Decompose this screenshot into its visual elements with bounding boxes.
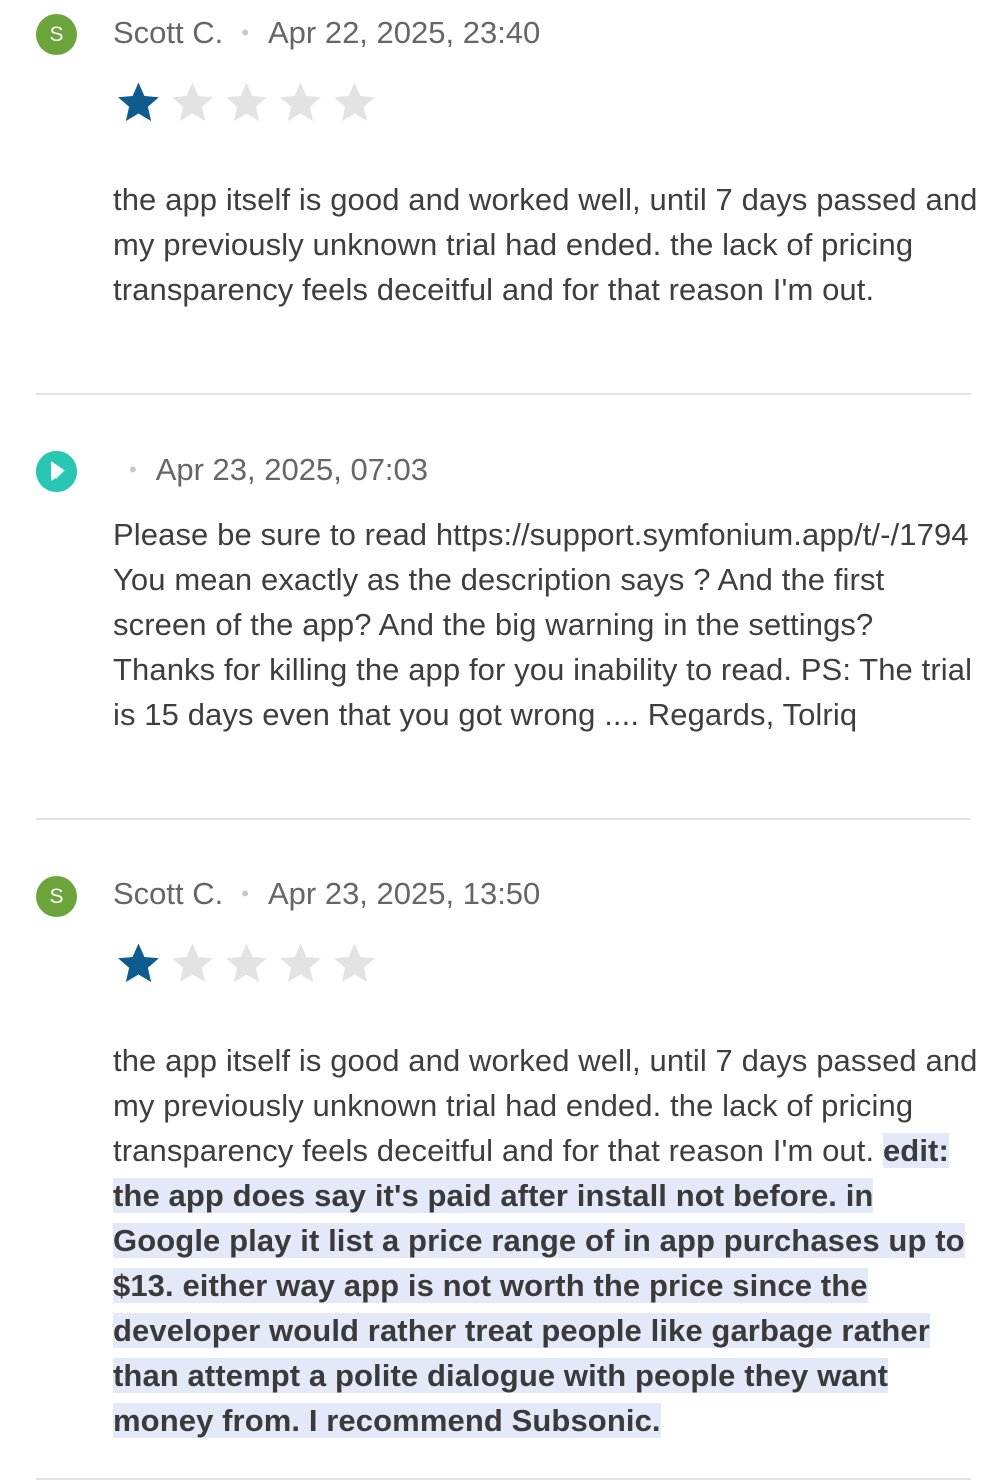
reply-date: Apr 23, 2025, 07:03 bbox=[155, 452, 429, 487]
divider bbox=[36, 818, 971, 820]
star-empty-icon bbox=[280, 82, 321, 122]
star-empty-icon bbox=[334, 82, 375, 122]
user-avatar[interactable]: S bbox=[36, 14, 77, 55]
review-text: the app itself is good and worked well, … bbox=[113, 177, 983, 312]
divider bbox=[36, 393, 971, 395]
star-empty-icon bbox=[172, 943, 213, 983]
review-meta: Scott C. • Apr 23, 2025, 13:50 bbox=[113, 876, 540, 912]
review-text-content: the app itself is good and worked well, … bbox=[113, 1043, 978, 1168]
separator-dot: • bbox=[241, 20, 249, 45]
separator-dot: • bbox=[129, 457, 137, 482]
review-edit-text: edit: the app does say it's paid after i… bbox=[113, 1133, 965, 1438]
review-date: Apr 23, 2025, 13:50 bbox=[267, 876, 541, 911]
reply-text-content: Please be sure to read https://support.s… bbox=[113, 517, 973, 732]
star-filled-icon bbox=[118, 82, 159, 122]
review-date: Apr 22, 2025, 23:40 bbox=[267, 15, 541, 50]
star-rating bbox=[113, 78, 380, 127]
author-name[interactable]: Scott C. bbox=[113, 15, 223, 51]
play-logo-icon bbox=[36, 451, 77, 492]
author-name[interactable]: Scott C. bbox=[113, 876, 223, 912]
star-filled-icon bbox=[118, 943, 159, 983]
user-avatar[interactable]: S bbox=[36, 876, 77, 917]
avatar-letter: S bbox=[49, 22, 64, 46]
star-empty-icon bbox=[334, 943, 375, 983]
star-empty-icon bbox=[226, 943, 267, 983]
separator-dot: • bbox=[241, 881, 249, 906]
review-meta: Scott C. • Apr 22, 2025, 23:40 bbox=[113, 15, 540, 51]
star-rating bbox=[113, 939, 380, 988]
reply-meta: • Apr 23, 2025, 07:03 bbox=[113, 452, 428, 488]
star-empty-icon bbox=[280, 943, 321, 983]
star-empty-icon bbox=[226, 82, 267, 122]
avatar-letter: S bbox=[49, 884, 64, 908]
review-text-content: the app itself is good and worked well, … bbox=[113, 182, 978, 307]
developer-avatar[interactable] bbox=[36, 451, 77, 492]
reply-text: Please be sure to read https://support.s… bbox=[113, 512, 983, 737]
review-text: the app itself is good and worked well, … bbox=[113, 1038, 983, 1443]
star-empty-icon bbox=[172, 82, 213, 122]
